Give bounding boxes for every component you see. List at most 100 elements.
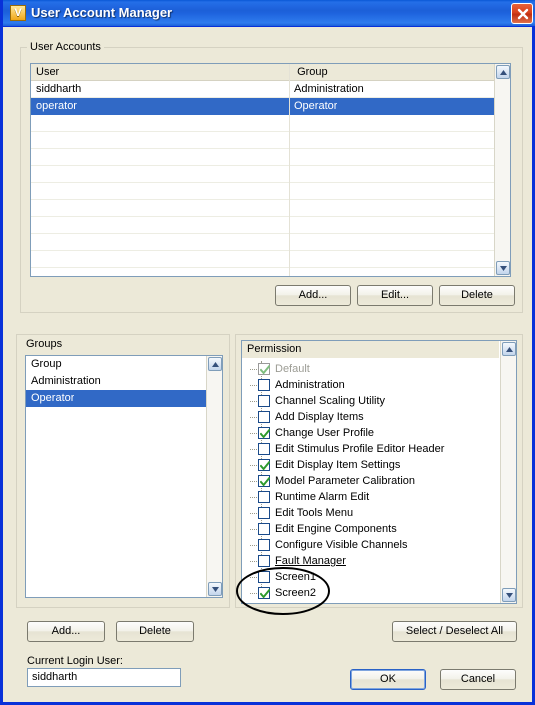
scroll-up-icon[interactable]	[496, 65, 510, 79]
check-icon	[260, 461, 270, 471]
title-bar[interactable]: V User Account Manager	[3, 0, 535, 27]
permission-checkbox[interactable]	[258, 555, 270, 567]
permission-checkbox[interactable]	[258, 587, 270, 599]
permission-label: Configure Visible Channels	[275, 539, 408, 551]
table-row-empty[interactable]	[31, 149, 510, 166]
table-row-empty[interactable]	[31, 166, 510, 183]
groups-label: Groups	[23, 338, 66, 350]
permission-checkbox[interactable]	[258, 523, 270, 535]
column-header-group[interactable]: Group	[292, 64, 328, 81]
scroll-down-icon[interactable]	[208, 582, 222, 596]
tree-branch-icon	[250, 385, 257, 386]
permission-label: Add Display Items	[275, 411, 364, 423]
close-icon[interactable]	[511, 3, 533, 24]
permission-item[interactable]: Edit Stimulus Profile Editor Header	[250, 441, 498, 457]
permission-item[interactable]: Configure Visible Channels	[250, 537, 498, 553]
permission-checkbox[interactable]	[258, 507, 270, 519]
column-header-group-name[interactable]: Group	[26, 356, 62, 373]
table-row-empty[interactable]	[31, 234, 510, 251]
table-row-empty[interactable]	[31, 115, 510, 132]
groups-header-row: Group	[26, 356, 222, 373]
permission-scrollbar[interactable]	[500, 341, 516, 603]
permission-label: Channel Scaling Utility	[275, 395, 386, 407]
permission-header: Permission	[242, 341, 499, 358]
ok-button[interactable]: OK	[350, 669, 426, 690]
groups-list[interactable]: Group Administration Operator	[25, 355, 223, 598]
check-icon	[260, 477, 270, 487]
user-accounts-scrollbar[interactable]	[494, 64, 510, 276]
permission-item[interactable]: Administration	[250, 377, 498, 393]
permission-checkbox[interactable]	[258, 459, 270, 471]
table-row-empty[interactable]	[31, 268, 510, 276]
permission-label: Fault Manager	[275, 555, 346, 567]
tree-branch-icon	[250, 417, 257, 418]
edit-user-button[interactable]: Edit...	[357, 285, 433, 306]
permission-list[interactable]: Permission Default Administration Channel …	[241, 340, 517, 604]
permission-checkbox[interactable]	[258, 571, 270, 583]
permission-item[interactable]: Change User Profile	[250, 425, 498, 441]
list-item[interactable]: Operator	[26, 390, 222, 407]
permission-checkbox[interactable]	[258, 539, 270, 551]
scroll-down-icon[interactable]	[502, 588, 516, 602]
table-row-empty[interactable]	[31, 217, 510, 234]
tree-branch-icon	[250, 433, 257, 434]
list-item-label: Administration	[31, 375, 101, 387]
current-login-user-field[interactable]: siddharth	[27, 668, 181, 687]
list-item-label: Operator	[31, 392, 75, 404]
tree-branch-icon	[250, 497, 257, 498]
table-row-empty[interactable]	[31, 183, 510, 200]
tree-branch-icon	[250, 561, 257, 562]
cancel-button[interactable]: Cancel	[440, 669, 516, 690]
table-row[interactable]: siddharth Administration	[31, 81, 510, 98]
permission-item[interactable]: Add Display Items	[250, 409, 498, 425]
check-icon	[260, 365, 270, 375]
add-group-button[interactable]: Add...	[27, 621, 105, 642]
permission-items: Default Administration Channel Scaling Uti…	[250, 361, 498, 601]
add-user-button[interactable]: Add...	[275, 285, 351, 306]
scroll-down-icon[interactable]	[496, 261, 510, 275]
tree-branch-icon	[250, 449, 257, 450]
permission-item[interactable]: Edit Engine Components	[250, 521, 498, 537]
user-accounts-list[interactable]: User Group siddharth Administration operat…	[30, 63, 511, 277]
select-deselect-all-button[interactable]: Select / Deselect All	[392, 621, 517, 642]
permission-checkbox[interactable]	[258, 379, 270, 391]
permission-item[interactable]: Channel Scaling Utility	[250, 393, 498, 409]
permission-checkbox[interactable]	[258, 395, 270, 407]
permission-label: Edit Display Item Settings	[275, 459, 401, 471]
list-item[interactable]: Administration	[26, 373, 222, 390]
permission-checkbox[interactable]	[258, 427, 270, 439]
permission-checkbox[interactable]	[258, 443, 270, 455]
tree-branch-icon	[250, 593, 257, 594]
permission-checkbox[interactable]	[258, 411, 270, 423]
permission-checkbox	[258, 363, 270, 375]
permission-item[interactable]: Edit Display Item Settings	[250, 457, 498, 473]
permission-checkbox[interactable]	[258, 491, 270, 503]
tree-branch-icon	[250, 529, 257, 530]
table-row-empty[interactable]	[31, 200, 510, 217]
permission-label: Default	[275, 363, 310, 375]
permission-label: Change User Profile	[275, 427, 375, 439]
table-row-empty[interactable]	[31, 132, 510, 149]
delete-user-button[interactable]: Delete	[439, 285, 515, 306]
tree-branch-icon	[250, 465, 257, 466]
scroll-up-icon[interactable]	[208, 357, 222, 371]
permission-item[interactable]: Edit Tools Menu	[250, 505, 498, 521]
tree-branch-icon	[250, 545, 257, 546]
permission-item[interactable]: Screen1	[250, 569, 498, 585]
column-header-user[interactable]: User	[31, 64, 289, 81]
permission-item[interactable]: Screen2	[250, 585, 498, 601]
permission-item[interactable]: Fault Manager	[250, 553, 498, 569]
permission-label: Edit Stimulus Profile Editor Header	[275, 443, 445, 455]
permission-item[interactable]: Default	[250, 361, 498, 377]
dialog-window: V User Account Manager User Accounts Use…	[0, 0, 535, 705]
scroll-up-icon[interactable]	[502, 342, 516, 356]
permission-label: Runtime Alarm Edit	[275, 491, 370, 503]
permission-checkbox[interactable]	[258, 475, 270, 487]
table-row[interactable]: operator Operator	[31, 98, 510, 115]
permission-item[interactable]: Model Parameter Calibration	[250, 473, 498, 489]
groups-scrollbar[interactable]	[206, 356, 222, 597]
table-row-empty[interactable]	[31, 251, 510, 268]
delete-group-button[interactable]: Delete	[116, 621, 194, 642]
tree-branch-icon	[250, 369, 257, 370]
permission-item[interactable]: Runtime Alarm Edit	[250, 489, 498, 505]
